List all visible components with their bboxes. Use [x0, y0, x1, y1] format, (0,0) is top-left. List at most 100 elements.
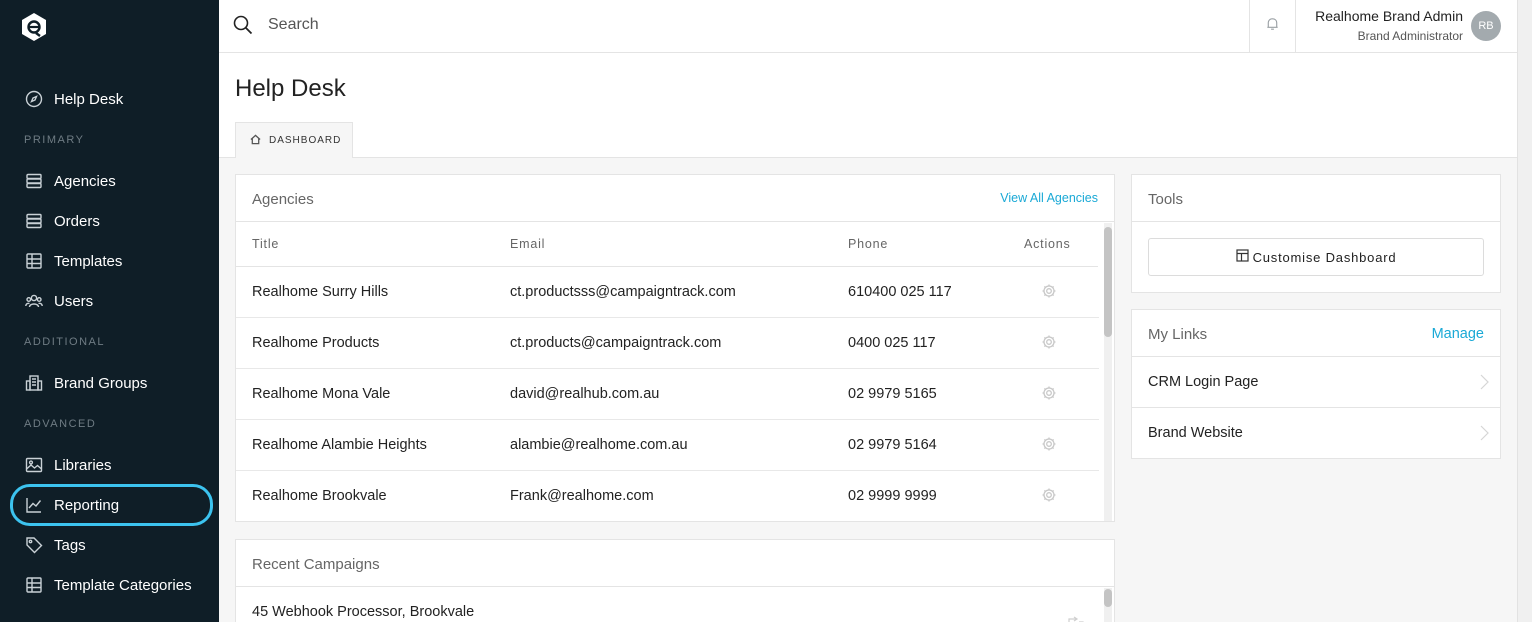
- grid-icon: [24, 251, 44, 271]
- agency-email: david@realhub.com.au: [510, 386, 660, 402]
- gear-icon[interactable]: [1041, 385, 1057, 401]
- home-icon: [250, 134, 269, 148]
- table-row[interactable]: Realhome Brookvale Frank@realhome.com 02…: [236, 471, 1099, 522]
- manage-links-link[interactable]: Manage: [1432, 326, 1484, 342]
- list-item[interactable]: 45 Webhook Processor, Brookvale: [236, 587, 1099, 622]
- agencies-card: Agencies View All Agencies Title Email P…: [235, 174, 1115, 522]
- sidebar: Help Desk PRIMARY Agencies Orders Templa…: [0, 0, 219, 622]
- sidebar-item-agencies[interactable]: Agencies: [10, 162, 213, 200]
- recent-campaigns-title: Recent Campaigns: [252, 556, 380, 573]
- gear-icon[interactable]: [1041, 334, 1057, 350]
- sidebar-item-label: Help Desk: [54, 90, 124, 108]
- sidebar-item-reporting[interactable]: Reporting: [10, 484, 213, 526]
- gear-icon[interactable]: [1041, 283, 1057, 299]
- sidebar-item-label: Users: [54, 292, 94, 310]
- sidebar-item-help-desk[interactable]: Help Desk: [10, 80, 213, 118]
- scrollbar-thumb[interactable]: [1104, 589, 1112, 607]
- tools-card: Tools Customise Dashboard: [1131, 174, 1501, 293]
- chevron-right-icon: [1478, 373, 1490, 391]
- stack-icon: [24, 211, 44, 231]
- tag-icon: [24, 535, 44, 555]
- scrollbar-thumb[interactable]: [1104, 227, 1112, 337]
- tools-card-title: Tools: [1148, 191, 1184, 208]
- agency-email: ct.products@campaigntrack.com: [510, 335, 722, 351]
- divider: [236, 221, 1114, 222]
- sidebar-item-label: Libraries: [54, 456, 112, 474]
- sidebar-item-template-categories[interactable]: Template Categories: [10, 566, 213, 604]
- agency-phone: 02 9979 5165: [848, 386, 937, 402]
- agency-phone: 02 9979 5164: [848, 437, 937, 453]
- user-name[interactable]: Realhome Brand Admin: [1315, 8, 1463, 24]
- app-logo[interactable]: [20, 12, 48, 42]
- sidebar-item-label: Tags: [54, 536, 86, 554]
- sidebar-item-tags[interactable]: Tags: [10, 526, 213, 564]
- chart-line-icon: [24, 495, 44, 515]
- view-all-agencies-link[interactable]: View All Agencies: [1000, 191, 1098, 205]
- gear-icon[interactable]: [1041, 487, 1057, 503]
- agencies-scrollbar[interactable]: [1104, 223, 1112, 521]
- stack-icon: [24, 171, 44, 191]
- open-icon[interactable]: [1068, 615, 1084, 622]
- table-row[interactable]: Realhome Products ct.products@campaigntr…: [236, 318, 1099, 369]
- column-header-actions: Actions: [1024, 237, 1071, 251]
- my-links-title: My Links: [1148, 326, 1208, 343]
- user-role: Brand Administrator: [1357, 29, 1463, 43]
- campaign-title: 45 Webhook Processor, Brookvale: [252, 604, 475, 620]
- sidebar-item-orders[interactable]: Orders: [10, 202, 213, 240]
- tab-dashboard[interactable]: DASHBOARD: [235, 122, 353, 158]
- search-input[interactable]: [268, 12, 1168, 38]
- table-row[interactable]: Realhome Alambie Heights alambie@realhom…: [236, 420, 1099, 471]
- avatar[interactable]: RB: [1471, 11, 1501, 41]
- tab-label: DASHBOARD: [269, 135, 342, 146]
- agency-phone: 0400 025 117: [848, 335, 936, 351]
- sidebar-item-label: Orders: [54, 212, 100, 230]
- customise-dashboard-button[interactable]: Customise Dashboard: [1148, 238, 1484, 276]
- layout-icon: [1235, 249, 1253, 265]
- column-header-title: Title: [252, 237, 280, 251]
- sidebar-item-brand-groups[interactable]: Brand Groups: [10, 364, 213, 402]
- customise-dashboard-label: Customise Dashboard: [1252, 249, 1397, 265]
- agencies-card-title: Agencies: [252, 191, 314, 208]
- compass-icon: [24, 89, 44, 109]
- agency-title: Realhome Surry Hills: [252, 284, 389, 300]
- agency-email: ct.productsss@campaigntrack.com: [510, 284, 736, 300]
- my-link-brand-website[interactable]: Brand Website: [1132, 408, 1500, 459]
- agency-title: Realhome Alambie Heights: [252, 437, 427, 453]
- gear-icon[interactable]: [1041, 436, 1057, 452]
- sidebar-item-label: Templates: [54, 252, 123, 270]
- table-row[interactable]: Realhome Mona Vale david@realhub.com.au …: [236, 369, 1099, 420]
- my-link-label: Brand Website: [1148, 425, 1243, 441]
- image-icon: [24, 455, 44, 475]
- recent-campaigns-card: Recent Campaigns 45 Webhook Processor, B…: [235, 539, 1115, 622]
- sidebar-item-label: Agencies: [54, 172, 116, 190]
- search-icon[interactable]: [233, 15, 253, 35]
- topbar: Realhome Brand Admin Brand Administrator…: [219, 0, 1517, 53]
- sidebar-item-templates[interactable]: Templates: [10, 242, 213, 280]
- bell-icon: [1265, 16, 1280, 36]
- section-label-additional: ADDITIONAL: [24, 336, 106, 348]
- section-label-advanced: ADVANCED: [24, 418, 97, 430]
- sidebar-item-label: Template Categories: [54, 576, 192, 594]
- grid-icon: [24, 575, 44, 595]
- column-header-phone: Phone: [848, 237, 889, 251]
- agency-phone: 610400 025 117: [848, 284, 952, 300]
- agency-email: Frank@realhome.com: [510, 488, 654, 504]
- sidebar-item-users[interactable]: Users: [10, 282, 213, 320]
- agency-title: Realhome Products: [252, 335, 380, 351]
- users-icon: [24, 291, 44, 311]
- page-scrollbar[interactable]: [1517, 0, 1532, 622]
- agency-email: alambie@realhome.com.au: [510, 437, 688, 453]
- section-label-primary: PRIMARY: [24, 134, 85, 146]
- notifications-button[interactable]: [1249, 0, 1296, 52]
- my-link-crm-login[interactable]: CRM Login Page: [1132, 357, 1500, 408]
- sidebar-item-label: Reporting: [54, 496, 120, 514]
- sidebar-item-libraries[interactable]: Libraries: [10, 446, 213, 484]
- agency-title: Realhome Brookvale: [252, 488, 387, 504]
- page-title: Help Desk: [235, 75, 346, 102]
- column-header-email: Email: [510, 237, 546, 251]
- table-row[interactable]: Realhome Surry Hills ct.productsss@campa…: [236, 267, 1099, 318]
- chevron-right-icon: [1478, 424, 1490, 442]
- agency-phone: 02 9999 9999: [848, 488, 937, 504]
- my-links-card: My Links Manage CRM Login Page Brand Web…: [1131, 309, 1501, 459]
- campaigns-scrollbar[interactable]: [1104, 588, 1112, 622]
